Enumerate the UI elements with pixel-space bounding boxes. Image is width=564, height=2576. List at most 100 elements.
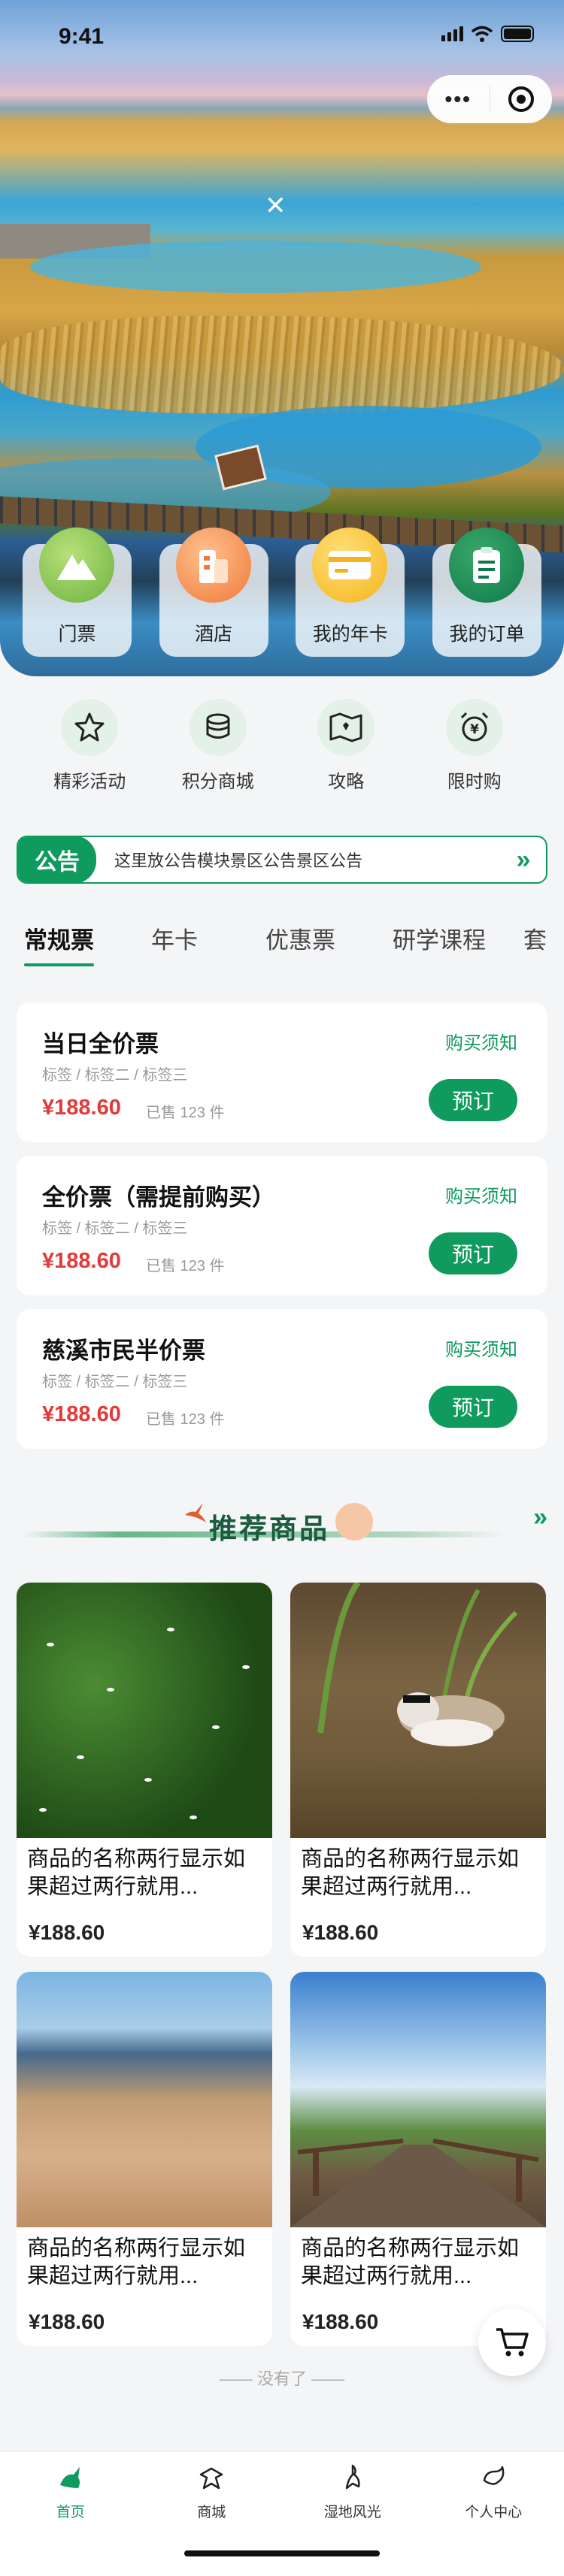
order-icon <box>448 528 524 603</box>
bottom-tab-bar: 首页 商城 湿地风光 个人中心 <box>0 2451 564 2576</box>
quick-entry-annual-card[interactable]: 我的年卡 <box>296 528 405 657</box>
tab-study-courses[interactable]: 研学课程 <box>393 921 486 966</box>
quick-entry-label: 我的年卡 <box>312 624 388 645</box>
product-card[interactable]: 商品的名称两行显示如果超过两行就用... ¥188.60 <box>17 1972 272 2346</box>
nav-label: 精彩活动 <box>53 772 126 792</box>
product-name: 商品的名称两行显示如果超过两行就用... <box>301 2236 520 2288</box>
heron-icon <box>345 2464 360 2490</box>
home-bird-icon <box>59 2467 80 2488</box>
ticket-price: ¥188.60 <box>42 1249 121 1273</box>
tabbar-label: 湿地风光 <box>323 2505 381 2520</box>
ticket-card[interactable]: 当日全价票 标签 / 标签二 / 标签三 ¥188.60 已售 123 件 购买… <box>17 1002 547 1142</box>
tabbar-wetland[interactable]: 湿地风光 <box>282 2452 423 2576</box>
target-icon <box>508 86 534 112</box>
book-button[interactable]: 预订 <box>429 1079 517 1121</box>
product-image <box>290 1972 546 2227</box>
product-image <box>17 1972 272 2227</box>
ticket-sold-count: 已售 123 件 <box>146 1411 225 1428</box>
quick-entry-label: 酒店 <box>195 624 233 645</box>
ticket-price: ¥188.60 <box>42 1096 121 1120</box>
ticket-tags: 标签 / 标签二 / 标签三 <box>42 1374 188 1390</box>
close-mini-program-button[interactable] <box>490 86 553 112</box>
product-price: ¥188.60 <box>29 2310 105 2333</box>
nav-guide[interactable]: 攻略 <box>290 699 402 804</box>
tabbar-mall[interactable]: 商城 <box>141 2452 283 2576</box>
tab-discount-tickets[interactable]: 优惠票 <box>265 921 335 966</box>
quick-entry-tickets[interactable]: 门票 <box>23 528 132 657</box>
ticket-name: 当日全价票 <box>42 1031 159 1057</box>
feature-nav: 精彩活动 积分商城 攻略 ¥ 限时购 <box>0 699 564 804</box>
tabbar-label: 个人中心 <box>465 2505 523 2520</box>
product-image <box>17 1583 272 1838</box>
announcement-text: 这里放公告模块景区公告景区公告 <box>114 851 363 870</box>
sun-icon <box>335 1503 373 1540</box>
product-price: ¥188.60 <box>29 1921 105 1944</box>
product-price: ¥188.60 <box>302 1921 379 1944</box>
product-name: 商品的名称两行显示如果超过两行就用... <box>27 2236 246 2288</box>
product-card[interactable]: 商品的名称两行显示如果超过两行就用... ¥188.60 <box>290 1972 546 2346</box>
bird-icon <box>183 1500 208 1530</box>
nav-label: 积分商城 <box>181 772 254 792</box>
announcement-bar[interactable]: 公告 这里放公告模块景区公告景区公告 » <box>17 836 547 884</box>
ticket-sold-count: 已售 123 件 <box>146 1105 225 1121</box>
ticket-name: 全价票（需提前购买） <box>42 1184 275 1211</box>
hotel-icon <box>175 528 251 603</box>
book-button[interactable]: 预订 <box>429 1386 517 1428</box>
signal-icon <box>441 26 463 41</box>
quick-entry-row: 门票 酒店 我的年卡 我的订单 <box>23 528 541 657</box>
tabbar-profile[interactable]: 个人中心 <box>423 2452 564 2576</box>
close-icon[interactable]: ✕ <box>265 191 287 221</box>
nav-points-mall[interactable]: 积分商城 <box>162 699 274 804</box>
announcement-tag: 公告 <box>18 837 96 882</box>
double-chevron-right-icon[interactable]: » <box>533 1503 547 1532</box>
ticket-card[interactable]: 全价票（需提前购买） 标签 / 标签二 / 标签三 ¥188.60 已售 123… <box>17 1156 547 1296</box>
mini-program-capsule: ••• <box>427 75 552 123</box>
nav-activities[interactable]: 精彩活动 <box>33 699 146 804</box>
ticket-sold-count: 已售 123 件 <box>146 1258 225 1274</box>
tab-regular-tickets[interactable]: 常规票 <box>24 921 94 966</box>
recommend-section-header: 推荐商品 » <box>0 1494 564 1554</box>
hero-reeds <box>0 316 564 413</box>
book-button[interactable]: 预订 <box>429 1232 517 1274</box>
nav-label: 限时购 <box>447 772 502 792</box>
tab-packages[interactable]: 套 <box>523 921 547 966</box>
home-indicator <box>184 2550 380 2556</box>
battery-icon <box>501 26 534 42</box>
alarm-yen-icon: ¥ <box>445 699 503 756</box>
double-chevron-right-icon[interactable]: » <box>501 845 546 875</box>
quick-entry-orders[interactable]: 我的订单 <box>432 528 541 657</box>
hero-water <box>30 240 481 293</box>
ticket-tags: 标签 / 标签二 / 标签三 <box>42 1220 188 1237</box>
tabbar-home[interactable]: 首页 <box>0 2452 141 2576</box>
section-title: 推荐商品 <box>209 1513 329 1544</box>
map-icon <box>317 699 375 756</box>
svg-text:¥: ¥ <box>470 722 479 737</box>
tab-annual-card[interactable]: 年卡 <box>151 921 198 966</box>
card-icon <box>312 528 388 603</box>
quick-entry-label: 门票 <box>58 624 96 645</box>
quick-entry-label: 我的订单 <box>449 624 525 645</box>
more-menu-button[interactable]: ••• <box>427 87 490 111</box>
purchase-notice-link[interactable]: 购买须知 <box>445 1028 517 1054</box>
product-card[interactable]: 商品的名称两行显示如果超过两行就用... ¥188.60 <box>17 1583 272 1957</box>
status-bar: 9:41 <box>0 0 564 66</box>
status-time: 9:41 <box>59 24 105 49</box>
ticket-card[interactable]: 慈溪市民半价票 标签 / 标签二 / 标签三 ¥188.60 已售 123 件 … <box>17 1309 547 1449</box>
quick-entry-hotel[interactable]: 酒店 <box>159 528 268 657</box>
nav-label: 攻略 <box>328 772 365 792</box>
mountain-icon <box>39 528 114 603</box>
ticket-tags: 标签 / 标签二 / 标签三 <box>42 1067 188 1084</box>
shopping-cart-icon <box>496 2328 529 2357</box>
coins-icon <box>189 699 247 756</box>
star-icon <box>61 699 119 756</box>
nav-flash-sale[interactable]: ¥ 限时购 <box>418 699 531 804</box>
product-name: 商品的名称两行显示如果超过两行就用... <box>27 1847 246 1899</box>
purchase-notice-link[interactable]: 购买须知 <box>445 1181 517 1208</box>
product-image <box>290 1583 546 1838</box>
product-card[interactable]: 商品的名称两行显示如果超过两行就用... ¥188.60 <box>290 1583 546 1957</box>
tabbar-label: 商城 <box>197 2505 226 2520</box>
purchase-notice-link[interactable]: 购买须知 <box>445 1335 517 1361</box>
ticket-price: ¥188.60 <box>42 1402 121 1426</box>
mall-bird-icon <box>200 2467 223 2490</box>
tabbar-label: 首页 <box>56 2505 85 2520</box>
